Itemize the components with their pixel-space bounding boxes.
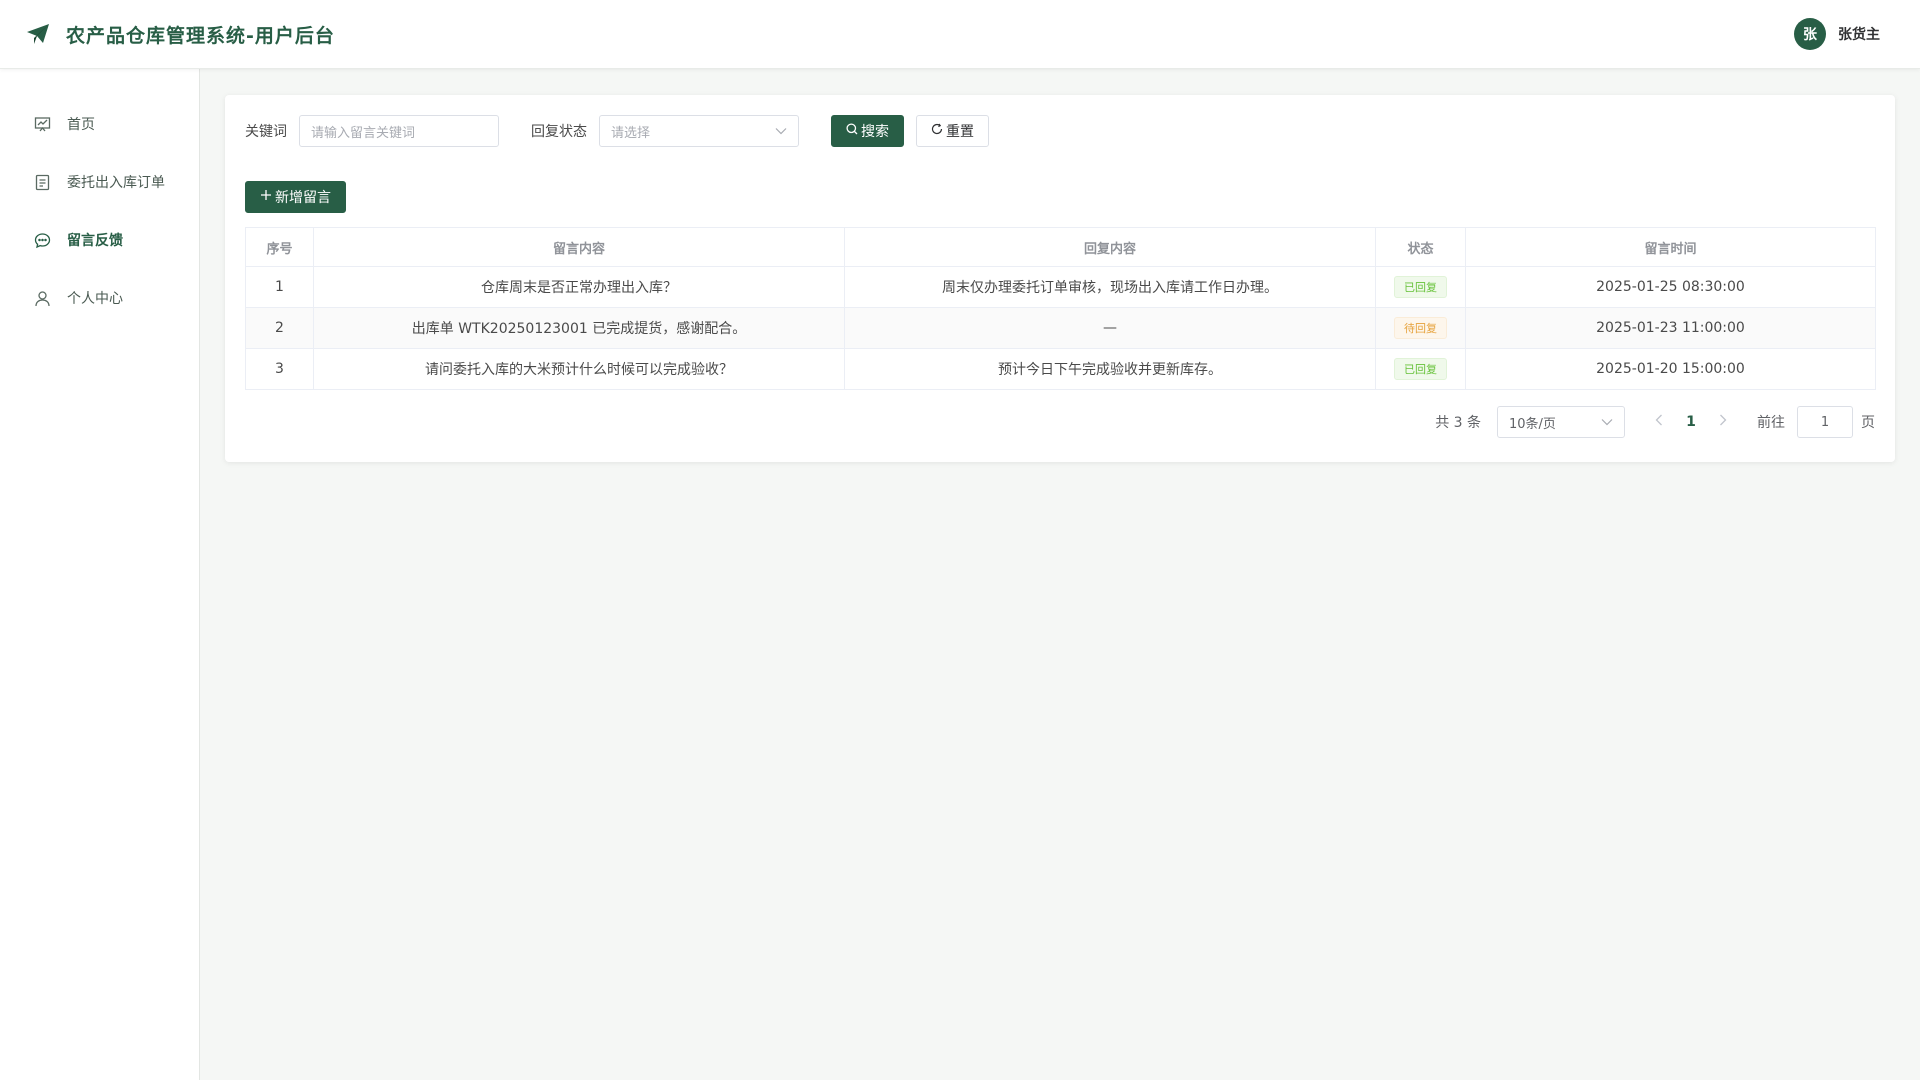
chevron-right-icon bbox=[1720, 414, 1727, 426]
column-header: 留言内容 bbox=[313, 227, 845, 267]
status-badge: 已回复 bbox=[1394, 276, 1447, 298]
status-placeholder: 请选择 bbox=[611, 125, 651, 141]
table-row[interactable]: 2 出库单 WTK20250123001 已完成提货，感谢配合。 — 待回复 2… bbox=[245, 307, 1876, 349]
chevron-down-icon bbox=[1601, 415, 1613, 430]
app-title: 农产品仓库管理系统-用户后台 bbox=[66, 24, 335, 47]
chat-icon bbox=[34, 232, 51, 249]
keyword-placeholder: 请输入留言关键词 bbox=[311, 125, 416, 141]
search-icon bbox=[846, 123, 858, 139]
row-reply: 预计今日下午完成验收并更新库存。 bbox=[844, 348, 1376, 390]
keyword-label: 关键词 bbox=[245, 124, 287, 140]
page-size-value: 10条/页 bbox=[1509, 416, 1556, 432]
status-badge: 待回复 bbox=[1394, 317, 1447, 339]
plus-icon bbox=[260, 189, 272, 205]
feedback-table: 序号 留言内容 回复内容 状态 留言时间 1 仓库周末是否正常办理出入库？ 周末… bbox=[245, 227, 1876, 390]
prev-page-button[interactable] bbox=[1643, 414, 1675, 430]
search-button-label: 搜索 bbox=[861, 124, 889, 140]
refresh-icon bbox=[931, 123, 943, 139]
row-index: 3 bbox=[245, 348, 314, 390]
table-row[interactable]: 1 仓库周末是否正常办理出入库？ 周末仅办理委托订单审核，现场出入库请工作日办理… bbox=[245, 266, 1876, 308]
goto-label: 前往 bbox=[1757, 415, 1785, 431]
row-reply: — bbox=[844, 307, 1376, 349]
filter-bar: 关键词 请输入留言关键词 回复状态 请选择 搜索 重置 bbox=[245, 115, 1875, 147]
next-page-button[interactable] bbox=[1707, 414, 1739, 430]
brand: 农产品仓库管理系统-用户后台 bbox=[26, 21, 335, 48]
top-header: 农产品仓库管理系统-用户后台 张 张货主 bbox=[0, 0, 1920, 69]
sidebar-item-feedback[interactable]: 留言反馈 bbox=[0, 211, 199, 269]
sidebar-item-label: 留言反馈 bbox=[67, 233, 123, 249]
column-header: 回复内容 bbox=[844, 227, 1376, 267]
sidebar-item-label: 个人中心 bbox=[67, 291, 123, 307]
goto-page-value: 1 bbox=[1820, 414, 1830, 430]
row-time: 2025-01-25 08:30:00 bbox=[1465, 266, 1876, 308]
add-feedback-label: 新增留言 bbox=[275, 190, 331, 206]
status-select[interactable]: 请选择 bbox=[599, 115, 799, 147]
goto-page-input[interactable]: 1 bbox=[1797, 406, 1853, 438]
add-feedback-button[interactable]: 新增留言 bbox=[245, 181, 346, 213]
dashboard-icon bbox=[34, 116, 51, 133]
row-status-cell: 已回复 bbox=[1375, 266, 1466, 308]
user-icon bbox=[34, 290, 51, 307]
row-content: 请问委托入库的大米预计什么时候可以完成验收？ bbox=[313, 348, 845, 390]
page-number-current[interactable]: 1 bbox=[1675, 414, 1707, 430]
row-time: 2025-01-20 15:00:00 bbox=[1465, 348, 1876, 390]
pagination: 共 3 条 10条/页 1 前往 1 页 bbox=[245, 406, 1875, 438]
row-status-cell: 已回复 bbox=[1375, 348, 1466, 390]
user-menu[interactable]: 张 张货主 bbox=[1794, 18, 1880, 50]
row-reply: 周末仅办理委托订单审核，现场出入库请工作日办理。 bbox=[844, 266, 1376, 308]
sidebar-item-home[interactable]: 首页 bbox=[0, 95, 199, 153]
search-button[interactable]: 搜索 bbox=[831, 115, 904, 147]
row-content: 仓库周末是否正常办理出入库？ bbox=[313, 266, 845, 308]
keyword-input[interactable]: 请输入留言关键词 bbox=[299, 115, 499, 147]
sidebar: 首页 委托出入库订单 留言反馈 个人中心 bbox=[0, 69, 200, 1080]
pagination-total: 共 3 条 bbox=[1435, 415, 1481, 431]
paper-plane-icon bbox=[26, 22, 50, 46]
action-bar: 新增留言 bbox=[245, 181, 1875, 213]
row-index: 1 bbox=[245, 266, 314, 308]
reset-button[interactable]: 重置 bbox=[916, 115, 989, 147]
feedback-panel: 关键词 请输入留言关键词 回复状态 请选择 搜索 重置 新增留言 序号 留言内容… bbox=[225, 95, 1895, 462]
table-row[interactable]: 3 请问委托入库的大米预计什么时候可以完成验收？ 预计今日下午完成验收并更新库存… bbox=[245, 348, 1876, 390]
chevron-down-icon bbox=[775, 124, 787, 139]
chevron-left-icon bbox=[1655, 414, 1662, 426]
document-icon bbox=[34, 174, 51, 191]
reset-button-label: 重置 bbox=[946, 124, 974, 140]
avatar[interactable]: 张 bbox=[1794, 18, 1826, 50]
status-badge: 已回复 bbox=[1394, 358, 1447, 380]
page-size-select[interactable]: 10条/页 bbox=[1497, 406, 1625, 438]
row-content: 出库单 WTK20250123001 已完成提货，感谢配合。 bbox=[313, 307, 845, 349]
row-status-cell: 待回复 bbox=[1375, 307, 1466, 349]
user-name[interactable]: 张货主 bbox=[1838, 24, 1880, 44]
column-header: 状态 bbox=[1375, 227, 1466, 267]
row-index: 2 bbox=[245, 307, 314, 349]
sidebar-item-label: 首页 bbox=[67, 117, 95, 133]
sidebar-item-label: 委托出入库订单 bbox=[67, 175, 165, 191]
column-header: 留言时间 bbox=[1465, 227, 1876, 267]
table-header-row: 序号 留言内容 回复内容 状态 留言时间 bbox=[245, 227, 1876, 267]
status-label: 回复状态 bbox=[531, 124, 587, 140]
sidebar-item-profile[interactable]: 个人中心 bbox=[0, 269, 199, 327]
column-header: 序号 bbox=[245, 227, 314, 267]
row-time: 2025-01-23 11:00:00 bbox=[1465, 307, 1876, 349]
page-unit-label: 页 bbox=[1861, 415, 1875, 431]
sidebar-item-orders[interactable]: 委托出入库订单 bbox=[0, 153, 199, 211]
